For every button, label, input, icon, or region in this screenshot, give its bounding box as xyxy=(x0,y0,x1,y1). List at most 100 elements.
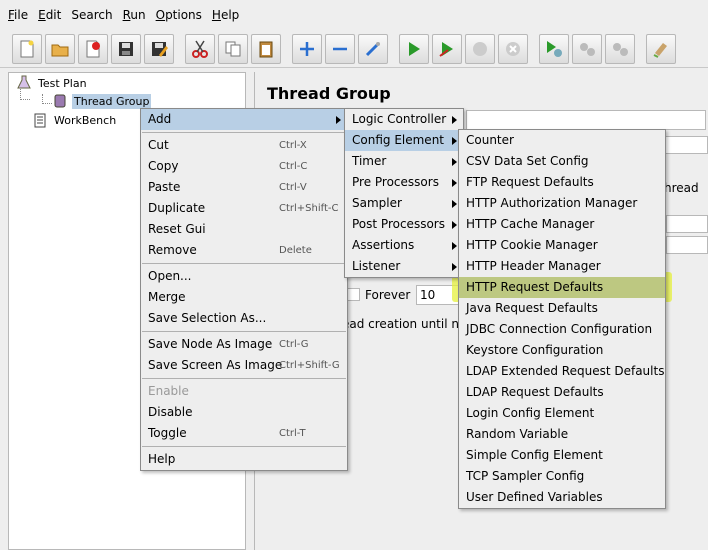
copy-icon[interactable] xyxy=(218,33,248,64)
menu-item-label: Disable xyxy=(148,405,193,419)
tree-node-thread-group[interactable]: Thread Group xyxy=(52,92,152,110)
menu-item-label: Keystore Configuration xyxy=(466,343,604,357)
shortcut-label: Ctrl+Shift-C xyxy=(279,203,339,214)
config-item-http-cookie-manager[interactable]: HTTP Cookie Manager xyxy=(459,235,665,256)
menu-help[interactable]: Help xyxy=(212,8,239,22)
menu-item-label: TCP Sampler Config xyxy=(466,469,585,483)
close-file-icon[interactable] xyxy=(78,33,108,64)
menu-item-remove[interactable]: Remove Delete xyxy=(141,240,347,261)
menu-item-label: Paste xyxy=(148,180,181,194)
menu-item-label: Toggle xyxy=(148,426,187,440)
config-item-ldap-request-defaults[interactable]: LDAP Request Defaults xyxy=(459,382,665,403)
flask-icon xyxy=(16,75,32,91)
submenu-arrow-icon xyxy=(452,137,457,145)
submenu-item-sampler[interactable]: Sampler xyxy=(345,193,463,214)
menu-item-label: Timer xyxy=(352,154,387,168)
ramp-up-field[interactable] xyxy=(666,236,708,254)
config-item-http-cache-manager[interactable]: HTTP Cache Manager xyxy=(459,214,665,235)
name-field[interactable] xyxy=(466,110,706,130)
menu-item-save-screen-as-image[interactable]: Save Screen As Image Ctrl+Shift-G xyxy=(141,355,347,376)
config-item-login-config-element[interactable]: Login Config Element xyxy=(459,403,665,424)
menu-options[interactable]: Options xyxy=(156,8,202,22)
clear-icon[interactable] xyxy=(646,33,676,64)
config-item-keystore-configuration[interactable]: Keystore Configuration xyxy=(459,340,665,361)
config-item-ldap-extended-request-defaults[interactable]: LDAP Extended Request Defaults xyxy=(459,361,665,382)
submenu-item-timer[interactable]: Timer xyxy=(345,151,463,172)
config-item-http-authorization-manager[interactable]: HTTP Authorization Manager xyxy=(459,193,665,214)
threads-field[interactable] xyxy=(666,215,708,233)
forever-checkbox[interactable] xyxy=(347,288,360,301)
config-item-jdbc-connection-configuration[interactable]: JDBC Connection Configuration xyxy=(459,319,665,340)
menu-search[interactable]: Search xyxy=(71,8,112,22)
expand-icon[interactable] xyxy=(292,33,322,64)
menu-item-label: User Defined Variables xyxy=(466,490,603,504)
menu-item-help[interactable]: Help xyxy=(141,449,347,470)
open-icon[interactable] xyxy=(45,33,75,64)
remote-stop-icon[interactable] xyxy=(572,33,602,64)
paste-icon[interactable] xyxy=(251,33,281,64)
menu-item-toggle[interactable]: Toggle Ctrl-T xyxy=(141,423,347,444)
config-item-java-request-defaults[interactable]: Java Request Defaults xyxy=(459,298,665,319)
submenu-arrow-icon xyxy=(452,263,457,271)
menu-item-label: Save Selection As... xyxy=(148,311,267,325)
menu-item-copy[interactable]: Copy Ctrl-C xyxy=(141,156,347,177)
menu-edit[interactable]: Edit xyxy=(38,8,61,22)
menu-run[interactable]: Run xyxy=(123,8,146,22)
submenu-item-post-processors[interactable]: Post Processors xyxy=(345,214,463,235)
shutdown-icon[interactable] xyxy=(498,33,528,64)
menu-item-save-selection-as[interactable]: Save Selection As... xyxy=(141,308,347,329)
menu-separator xyxy=(142,446,346,447)
new-icon[interactable] xyxy=(12,33,42,64)
start-no-pause-icon[interactable] xyxy=(432,33,462,64)
save-icon[interactable] xyxy=(111,33,141,64)
submenu-item-listener[interactable]: Listener xyxy=(345,256,463,277)
config-item-http-header-manager[interactable]: HTTP Header Manager xyxy=(459,256,665,277)
tree-node-workbench[interactable]: WorkBench xyxy=(32,111,118,129)
submenu-item-config-element[interactable]: Config Element xyxy=(345,130,463,151)
menu-item-reset-gui[interactable]: Reset Gui xyxy=(141,219,347,240)
menu-item-save-node-as-image[interactable]: Save Node As Image Ctrl-G xyxy=(141,334,347,355)
menu-item-label: Listener xyxy=(352,259,401,273)
menu-item-label: Merge xyxy=(148,290,186,304)
submenu-item-logic-controller[interactable]: Logic Controller xyxy=(345,109,463,130)
menu-item-disable[interactable]: Disable xyxy=(141,402,347,423)
menu-item-label: Help xyxy=(148,452,176,466)
menu-item-label: JDBC Connection Configuration xyxy=(466,322,653,336)
toggle-icon[interactable] xyxy=(358,33,388,64)
menu-item-open[interactable]: Open... xyxy=(141,266,347,287)
menu-item-label: Random Variable xyxy=(466,427,569,441)
save-as-icon[interactable] xyxy=(144,33,174,64)
tree-node-test-plan[interactable]: Test Plan xyxy=(16,74,89,92)
menu-item-label: HTTP Request Defaults xyxy=(466,280,604,294)
submenu-arrow-icon xyxy=(452,158,457,166)
menu-item-duplicate[interactable]: Duplicate Ctrl+Shift-C xyxy=(141,198,347,219)
submenu-item-pre-processors[interactable]: Pre Processors xyxy=(345,172,463,193)
menu-item-cut[interactable]: Cut Ctrl-X xyxy=(141,135,347,156)
config-item-csv-data-set-config[interactable]: CSV Data Set Config xyxy=(459,151,665,172)
menu-item-paste[interactable]: Paste Ctrl-V xyxy=(141,177,347,198)
collapse-icon[interactable] xyxy=(325,33,355,64)
start-icon[interactable] xyxy=(399,33,429,64)
menu-item-label: HTTP Header Manager xyxy=(466,259,601,273)
cut-icon[interactable] xyxy=(185,33,215,64)
config-item-http-request-defaults[interactable]: HTTP Request Defaults xyxy=(459,277,665,298)
menu-item-label: HTTP Cookie Manager xyxy=(466,238,598,252)
menu-file[interactable]: File xyxy=(8,8,28,22)
menu-separator xyxy=(142,331,346,332)
menu-item-merge[interactable]: Merge xyxy=(141,287,347,308)
add-submenu: Logic Controller Config Element Timer Pre P… xyxy=(344,108,464,278)
config-item-tcp-sampler-config[interactable]: TCP Sampler Config xyxy=(459,466,665,487)
stop-icon[interactable] xyxy=(465,33,495,64)
tree-node-label: Thread Group xyxy=(72,93,152,109)
config-item-user-defined-variables[interactable]: User Defined Variables xyxy=(459,487,665,508)
submenu-item-assertions[interactable]: Assertions xyxy=(345,235,463,256)
submenu-arrow-icon xyxy=(452,116,457,124)
remote-shutdown-icon[interactable] xyxy=(605,33,635,64)
config-item-counter[interactable]: Counter xyxy=(459,130,665,151)
config-item-simple-config-element[interactable]: Simple Config Element xyxy=(459,445,665,466)
menu-item-label: Logic Controller xyxy=(352,112,447,126)
config-item-ftp-request-defaults[interactable]: FTP Request Defaults xyxy=(459,172,665,193)
remote-start-icon[interactable] xyxy=(539,33,569,64)
menu-item-add[interactable]: Add xyxy=(141,109,347,130)
config-item-random-variable[interactable]: Random Variable xyxy=(459,424,665,445)
